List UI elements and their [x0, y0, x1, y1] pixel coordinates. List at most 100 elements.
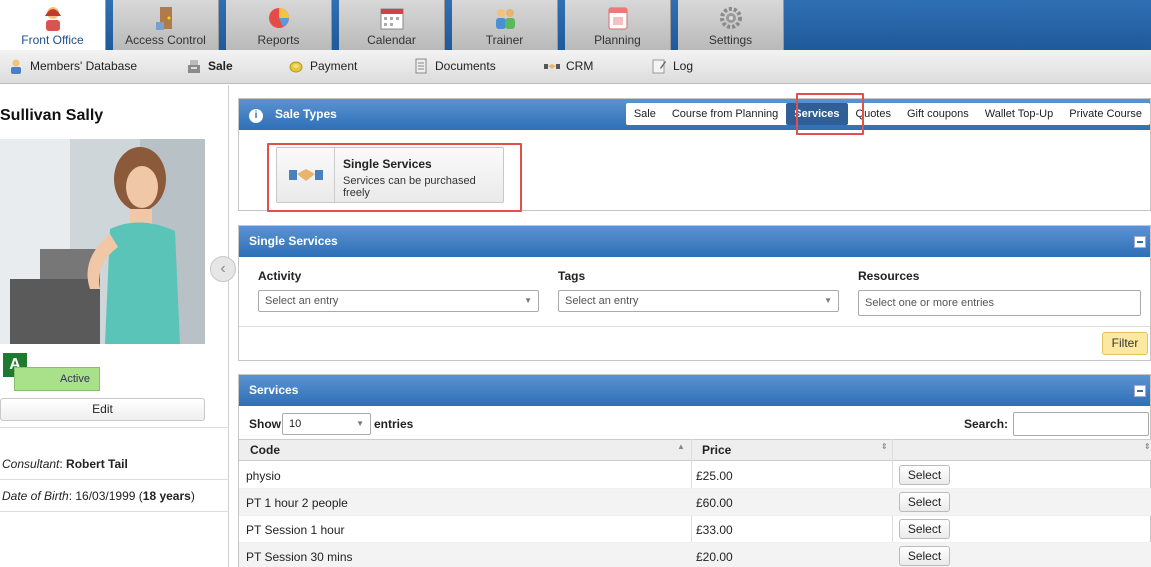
- sale-type-tabs: Sale Course from Planning Services Quote…: [625, 103, 1150, 125]
- tags-label: Tags: [558, 269, 586, 283]
- column-price[interactable]: Price: [702, 443, 731, 457]
- cell-price: £25.00: [696, 469, 733, 483]
- members-icon: [11, 59, 21, 74]
- dob-info: Date of Birth: 16/03/1999 (18 years): [2, 489, 195, 503]
- tab-label: Access Control: [125, 33, 206, 47]
- resources-input[interactable]: Select one or more entries: [858, 290, 1141, 316]
- door-icon: [155, 7, 172, 30]
- tab-sale[interactable]: Sale: [626, 103, 664, 125]
- pie-chart-icon: [268, 8, 289, 28]
- member-name: Sullivan Sally: [0, 107, 104, 124]
- status-badge: Active: [14, 367, 100, 391]
- dropdown-arrow-icon: ▼: [356, 419, 364, 428]
- highlight-box: [267, 143, 522, 212]
- member-photo: [0, 139, 205, 344]
- collapse-icon[interactable]: [1134, 385, 1146, 397]
- tab-label: Front Office: [21, 33, 84, 47]
- services-header: Services: [239, 375, 1150, 406]
- sort-icon: ⇕: [1144, 442, 1151, 451]
- cash-register-icon: [188, 60, 200, 73]
- tab-settings[interactable]: Settings: [678, 0, 784, 50]
- info-icon[interactable]: i: [249, 109, 263, 123]
- menu-label: Payment: [310, 59, 358, 73]
- collapse-icon[interactable]: [1134, 236, 1146, 248]
- calendar-icon: [380, 8, 403, 30]
- menu-sale[interactable]: Sale: [186, 58, 233, 74]
- tab-front-office[interactable]: Front Office: [0, 0, 106, 50]
- planner-icon: [608, 7, 627, 30]
- consultant-label: Consultant: [2, 457, 60, 471]
- select-placeholder: Select an entry: [565, 295, 639, 307]
- select-button[interactable]: Select: [899, 492, 950, 512]
- tab-planning[interactable]: Planning: [565, 0, 671, 50]
- tab-label: Settings: [708, 33, 753, 47]
- activity-label: Activity: [258, 269, 302, 283]
- tab-access-control[interactable]: Access Control: [113, 0, 219, 50]
- panel-title: Services: [249, 383, 299, 397]
- entries-label: entries: [374, 417, 414, 431]
- entries-select[interactable]: 10 ▼: [282, 413, 371, 435]
- menu-members-database[interactable]: Members' Database: [8, 58, 137, 74]
- resources-label: Resources: [858, 269, 920, 283]
- tab-trainer[interactable]: Trainer: [452, 0, 558, 50]
- menu-label: Sale: [208, 59, 233, 73]
- consultant-info: Consultant: Robert Tail: [2, 457, 128, 471]
- person-icon: [44, 7, 61, 31]
- gear-icon: [719, 7, 742, 29]
- select-button[interactable]: Select: [899, 465, 950, 485]
- menu-label: Members' Database: [30, 59, 138, 73]
- tab-reports[interactable]: Reports: [226, 0, 332, 50]
- edit-member-button[interactable]: Edit: [0, 398, 205, 421]
- menu-label: Log: [673, 59, 694, 73]
- tab-label: Planning: [594, 33, 641, 47]
- menu-crm[interactable]: CRM: [544, 58, 593, 74]
- tab-calendar[interactable]: Calendar: [339, 0, 445, 50]
- cell-price: £20.00: [696, 550, 733, 564]
- module-tab-bar: Front Office Access Control Reports Cale…: [0, 0, 1151, 50]
- table-row: PT Session 30 mins £20.00 Select: [239, 543, 1151, 567]
- dob-value: 16/03/1999: [75, 489, 136, 503]
- tags-select[interactable]: Select an entry ▼: [558, 290, 839, 312]
- tab-label: Calendar: [367, 33, 416, 47]
- menu-log[interactable]: Log: [651, 58, 693, 74]
- select-button[interactable]: Select: [899, 519, 950, 539]
- table-row: physio £25.00 Select: [239, 462, 1151, 489]
- menu-documents[interactable]: Documents: [413, 58, 496, 74]
- cell-code: PT Session 1 hour: [246, 523, 345, 537]
- documents-icon: [415, 58, 427, 74]
- age-value: 18 years: [142, 489, 191, 503]
- entries-value: 10: [289, 418, 302, 430]
- cell-price: £60.00: [696, 496, 733, 510]
- filter-button[interactable]: Filter: [1102, 332, 1148, 355]
- cell-code: PT Session 30 mins: [246, 550, 353, 564]
- divider: [0, 511, 229, 512]
- cell-code: PT 1 hour 2 people: [246, 496, 348, 510]
- dropdown-arrow-icon: ▼: [824, 296, 832, 305]
- tab-private-course[interactable]: Private Course: [1061, 103, 1150, 125]
- sort-asc-icon: ▲: [677, 442, 685, 451]
- dropdown-arrow-icon: ▼: [524, 296, 532, 305]
- column-code[interactable]: Code: [250, 443, 280, 457]
- sort-icon: ⇕: [881, 442, 888, 451]
- sub-menu-bar: Members' Database Sale Payment Documents…: [0, 50, 1151, 84]
- menu-label: CRM: [566, 59, 594, 73]
- divider: [239, 326, 1150, 327]
- search-label: Search:: [964, 417, 1009, 431]
- member-sidebar: Sullivan Sally A Active Edit Consultant:…: [0, 85, 229, 567]
- menu-payment[interactable]: Payment: [288, 58, 357, 74]
- highlight-box: [796, 93, 864, 135]
- coin-icon: [289, 61, 303, 73]
- dob-label: Date of Birth: [2, 489, 69, 503]
- tab-gift-coupons[interactable]: Gift coupons: [899, 103, 977, 125]
- panel-title: Sale Types: [275, 107, 337, 121]
- activity-select[interactable]: Select an entry ▼: [258, 290, 539, 312]
- search-input[interactable]: [1013, 412, 1149, 436]
- tab-label: Trainer: [485, 33, 524, 47]
- select-button[interactable]: Select: [899, 546, 950, 566]
- tab-course-from-planning[interactable]: Course from Planning: [664, 103, 786, 125]
- collapse-sidebar-chevron-icon[interactable]: ‹: [210, 256, 236, 282]
- tab-wallet-top-up[interactable]: Wallet Top-Up: [977, 103, 1061, 125]
- cell-price: £33.00: [696, 523, 733, 537]
- table-row: PT Session 1 hour £33.00 Select: [239, 516, 1151, 543]
- handshake-icon: [544, 64, 560, 69]
